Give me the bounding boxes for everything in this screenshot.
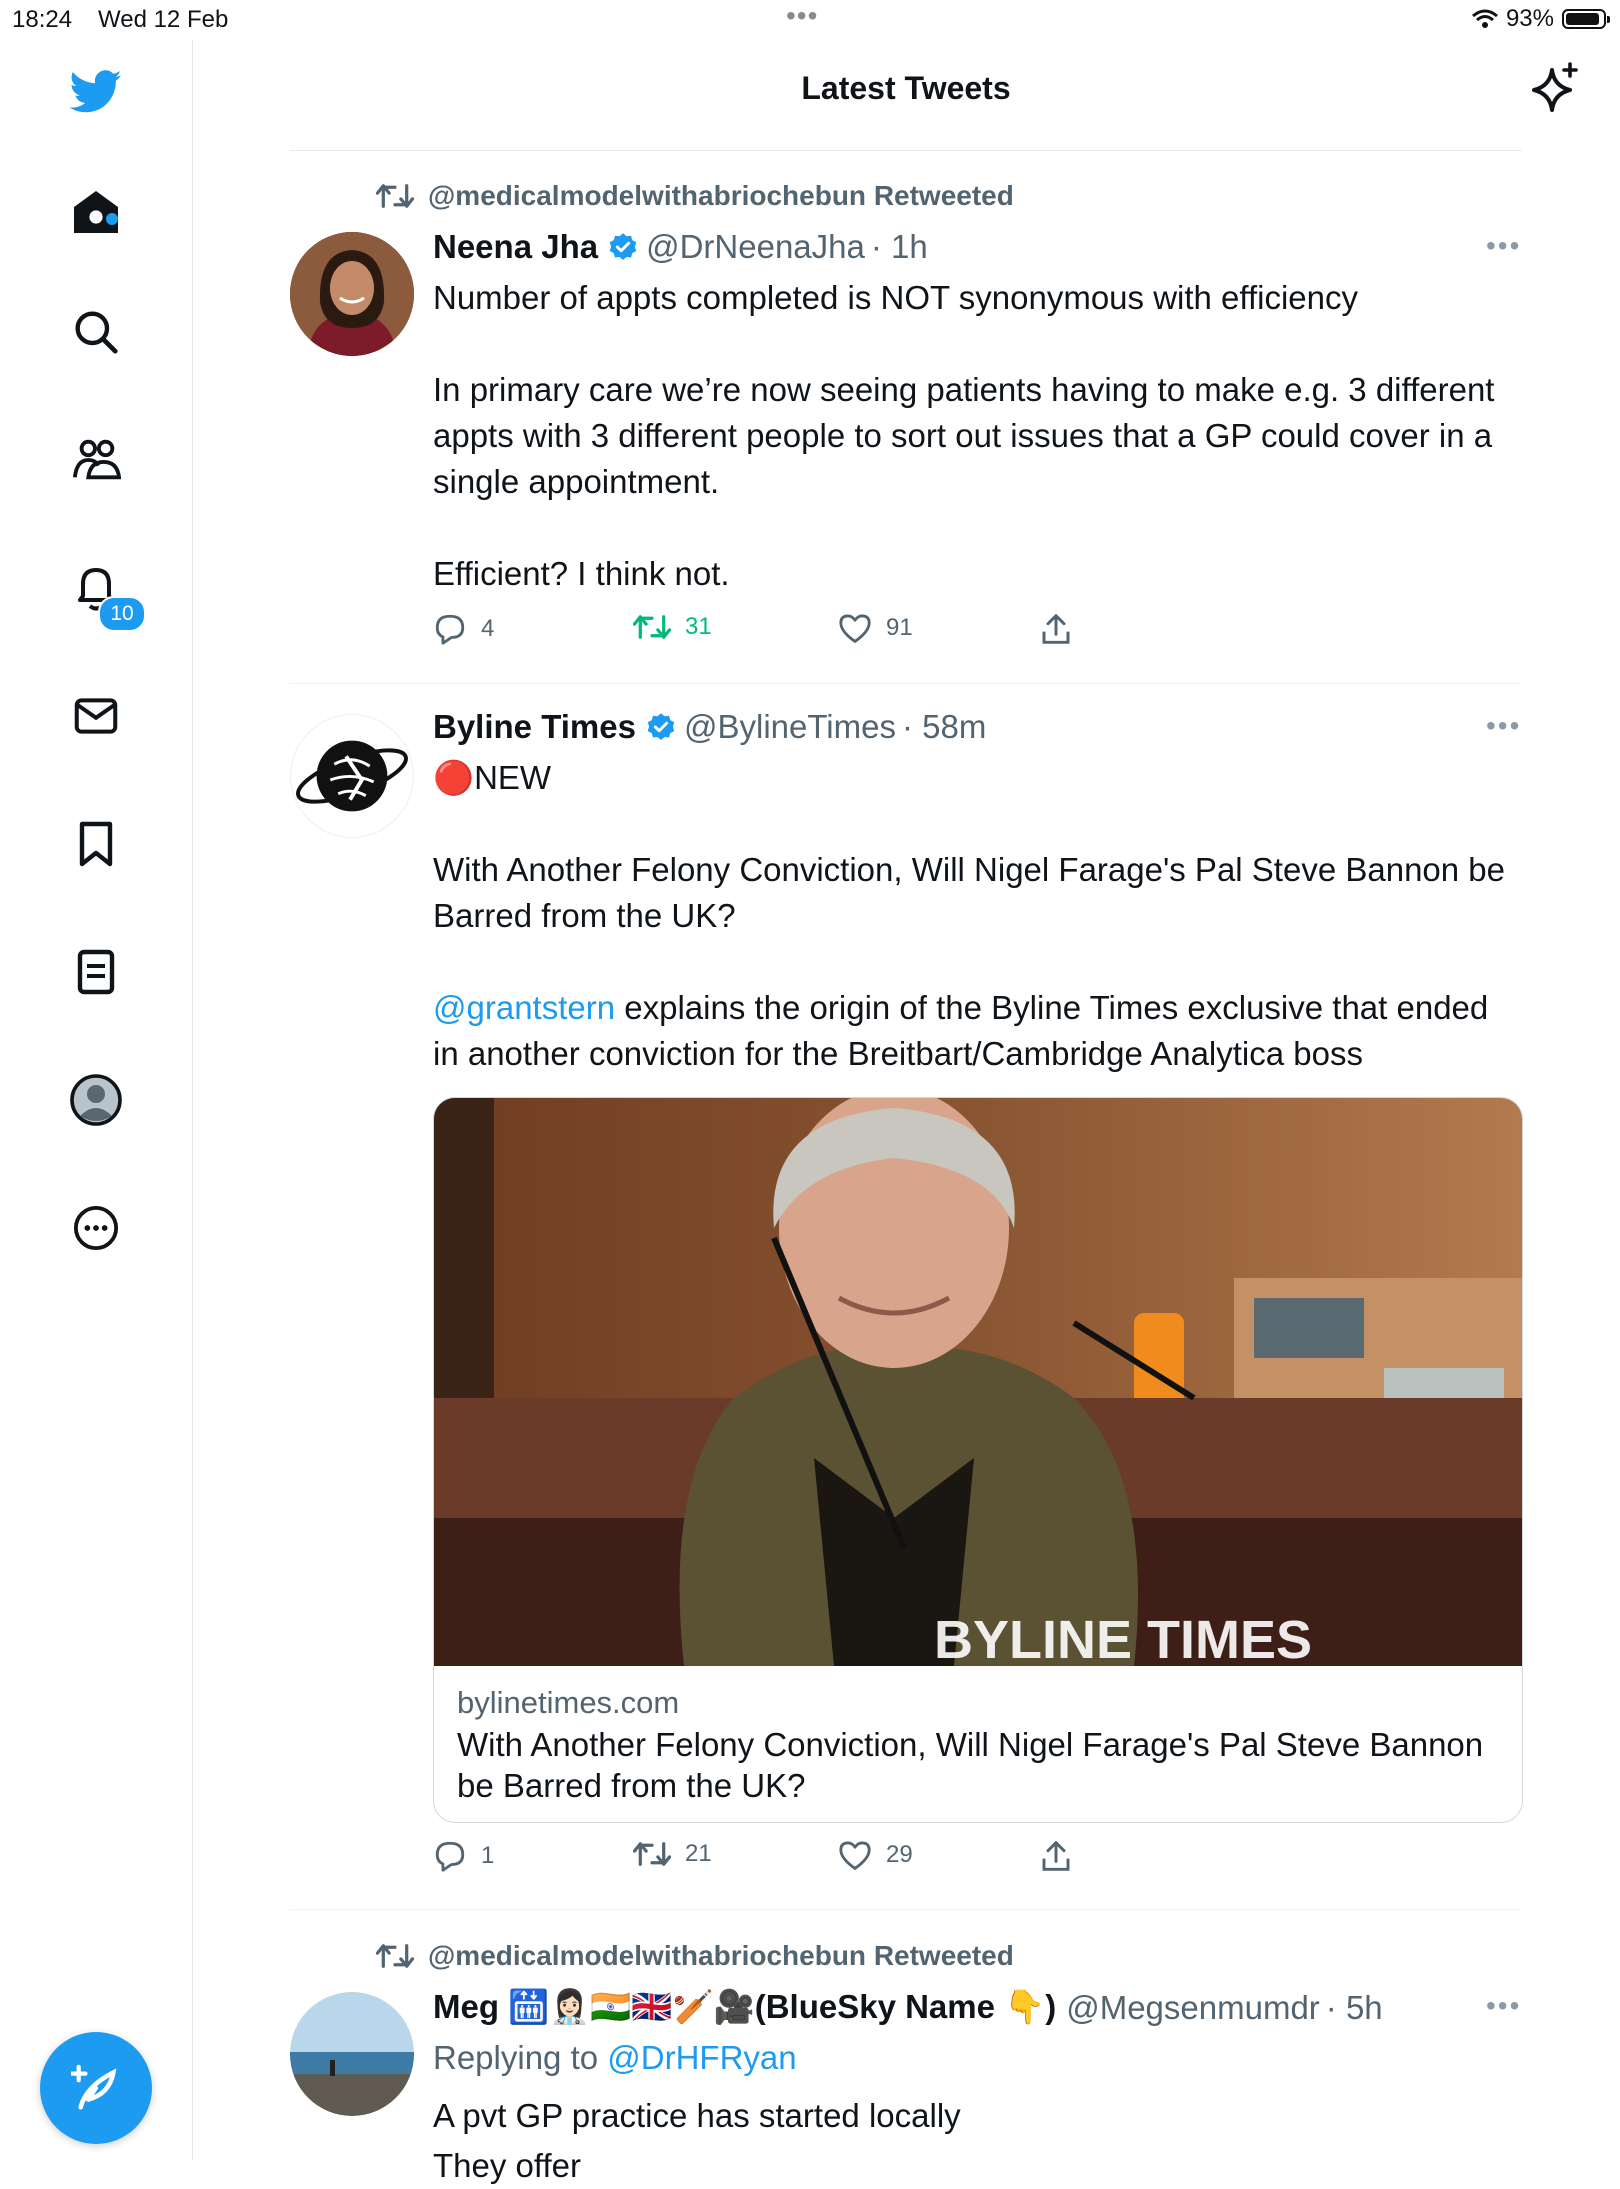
retweeted-by-label: @medicalmodelwithabriochebun Retweeted [428, 1940, 1014, 1971]
mention-link[interactable]: @grantstern [433, 989, 615, 1026]
search-icon[interactable] [66, 302, 126, 362]
page-title: Latest Tweets [801, 70, 1011, 106]
tweet-more-icon[interactable]: ••• [1486, 710, 1521, 742]
sparkle-icon[interactable] [1532, 62, 1580, 117]
tweet-text: Number of appts completed is NOT synonym… [433, 275, 1523, 597]
author-handle[interactable]: @Megsenmumdr [1066, 1989, 1320, 2027]
author-handle[interactable]: @BylineTimes [684, 708, 896, 746]
avatar[interactable] [290, 1992, 414, 2116]
tweet-paragraph: In primary care we’re now seeing patient… [433, 371, 1495, 500]
author-name[interactable]: Neena Jha [433, 228, 598, 266]
author-name[interactable]: Byline Times [433, 708, 636, 746]
reply-count: 4 [481, 615, 495, 642]
card-domain: bylinetimes.com [457, 1685, 680, 1720]
status-right: 93% [1471, 5, 1610, 33]
retweeted-by-row: @medicalmodelwithabriochebun Retweeted [376, 1940, 1014, 1972]
battery-icon [1562, 9, 1610, 29]
tweet-paragraph: @grantstern explains the origin of the B… [433, 985, 1523, 1077]
avatar[interactable] [290, 232, 414, 356]
verified-badge-icon [647, 713, 675, 740]
like-button[interactable]: 29 [838, 1840, 913, 1870]
tweet-paragraph: They offer [433, 2147, 581, 2184]
replying-to-link[interactable]: @DrHFRyan [607, 2039, 796, 2076]
status-date: Wed 12 Feb [98, 6, 229, 33]
author-name[interactable]: Meg 🛗👩🏻‍⚕️🇮🇳🇬🇧🏏🎥(BlueSky Name 👇) [433, 1988, 1056, 2027]
card-image-watermark: BYLINE TIMES [934, 1610, 1312, 1666]
tweet-time: · 58m [901, 708, 987, 745]
compose-tweet-button[interactable] [40, 2032, 152, 2144]
author-row: Neena Jha @DrNeenaJha · 1h [433, 228, 928, 266]
tweet-paragraph: With Another Felony Conviction, Will Nig… [433, 851, 1506, 934]
retweet-button[interactable]: 21 [633, 1840, 712, 1868]
status-bar: 18:24 Wed 12 Feb ••• 93% [0, 0, 1620, 40]
card-title: With Another Felony Conviction, Will Nig… [457, 1726, 1484, 1804]
link-preview-card[interactable]: BYLINE TIMES bylinetimes.com With Anothe… [433, 1097, 1523, 1823]
retweet-count: 31 [685, 613, 712, 640]
retweeted-by-label: @medicalmodelwithabriochebun Retweeted [428, 180, 1014, 211]
tweet-more-icon[interactable]: ••• [1486, 230, 1521, 262]
reply-icon [435, 614, 465, 645]
lists-icon[interactable] [66, 942, 126, 1002]
tweet-actions: 1 21 29 [433, 1840, 1113, 1880]
retweeted-by-row: @medicalmodelwithabriochebun Retweeted [376, 180, 1014, 212]
heart-icon [839, 1841, 871, 1870]
messages-icon[interactable] [66, 686, 126, 746]
retweet-icon [376, 1944, 414, 1968]
twitter-logo-icon[interactable] [66, 62, 126, 122]
retweet-button[interactable]: 31 [633, 613, 712, 641]
reply-icon [435, 1841, 465, 1872]
tweet-paragraph: Efficient? I think not. [433, 555, 730, 592]
header-divider [290, 150, 1522, 151]
battery-percent: 93% [1505, 5, 1554, 32]
tweet-paragraph: A pvt GP practice has started locally [433, 2097, 961, 2134]
retweet-icon [376, 184, 414, 208]
retweet-count: 21 [685, 1840, 712, 1867]
tweet-divider [290, 1909, 1522, 1910]
tweet-time: · 5h [1325, 1988, 1383, 2026]
communities-icon[interactable] [66, 430, 126, 490]
avatar[interactable] [290, 714, 414, 838]
multitasking-dots-icon[interactable]: ••• [786, 0, 818, 32]
share-button[interactable] [1041, 1840, 1071, 1872]
home-unread-dot [106, 213, 118, 225]
status-time: 18:24 [12, 6, 73, 33]
share-icon [1042, 1841, 1070, 1871]
retweet-icon [633, 1842, 671, 1866]
tweet-divider [290, 683, 1522, 684]
compose-feather-icon [71, 2064, 117, 2110]
like-count: 29 [886, 1841, 913, 1868]
heart-icon [839, 614, 871, 643]
reply-button[interactable]: 4 [433, 613, 494, 645]
wifi-icon [1471, 9, 1498, 28]
tweet-paragraph: Number of appts completed is NOT synonym… [433, 279, 1359, 316]
verified-badge-icon [609, 233, 637, 260]
sidebar: 10 [0, 40, 193, 2160]
more-options-icon[interactable] [66, 1198, 126, 1258]
tweet-text: 🔴NEW With Another Felony Conviction, Wil… [433, 755, 1523, 1077]
notifications-badge: 10 [98, 596, 146, 632]
author-row: Byline Times @BylineTimes · 58m [433, 708, 986, 746]
author-handle[interactable]: @DrNeenaJha [646, 228, 865, 266]
author-row: Meg 🛗👩🏻‍⚕️🇮🇳🇬🇧🏏🎥(BlueSky Name 👇) @Megsen… [433, 1988, 1383, 2027]
profile-avatar-icon[interactable] [66, 1070, 126, 1130]
like-button[interactable]: 91 [838, 613, 913, 643]
replying-to-prefix: Replying to [433, 2039, 608, 2076]
bookmarks-icon[interactable] [66, 814, 126, 874]
home-icon[interactable] [66, 182, 126, 242]
card-image: BYLINE TIMES [434, 1098, 1522, 1666]
share-button[interactable] [1041, 613, 1071, 645]
new-label: 🔴NEW [433, 759, 552, 796]
share-icon [1042, 614, 1070, 644]
like-count: 91 [886, 614, 913, 641]
reply-button[interactable]: 1 [433, 1840, 494, 1872]
tweet-text: Replying to @DrHFRyan A pvt GP practice … [433, 2035, 1523, 2189]
tweet-time: · 1h [870, 228, 928, 265]
reply-count: 1 [481, 1842, 495, 1869]
replying-to-row: Replying to @DrHFRyan [433, 2035, 1523, 2081]
tweet-more-icon[interactable]: ••• [1486, 1990, 1521, 2022]
tweet-actions: 4 31 91 [433, 613, 1113, 653]
retweet-icon [633, 615, 671, 639]
